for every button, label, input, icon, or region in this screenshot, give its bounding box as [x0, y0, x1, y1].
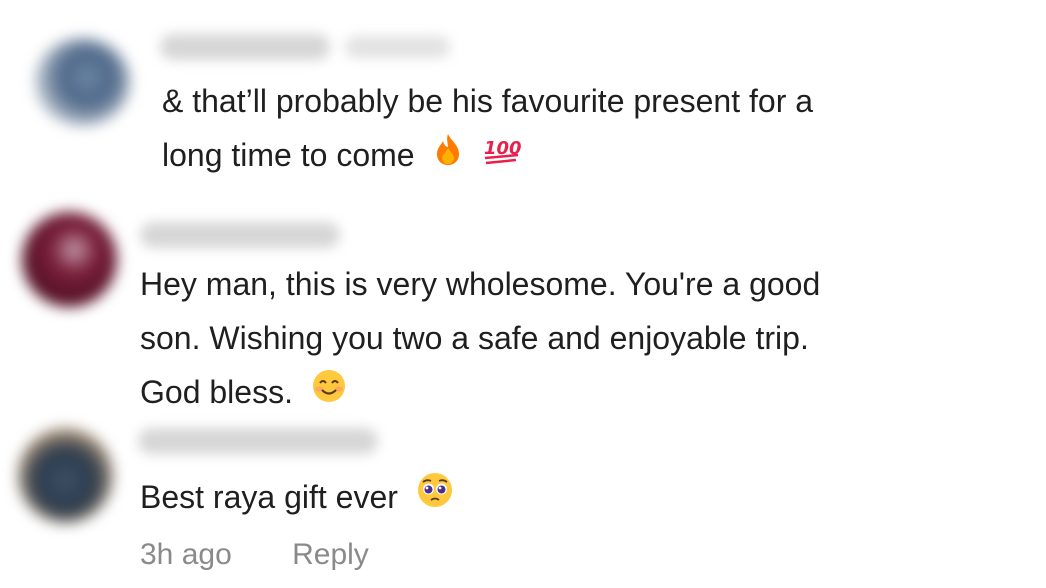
timestamp-blurred [345, 36, 450, 58]
pleading-face-icon [417, 470, 453, 524]
comment-item-2: Hey man, this is very wholesome. You're … [0, 200, 1046, 420]
avatar[interactable] [18, 428, 113, 523]
comment-item-1: & that’ll probably be his favourite pres… [0, 0, 1046, 200]
avatar[interactable] [22, 212, 117, 307]
fire-icon [433, 128, 463, 182]
timestamp: 3h ago [140, 538, 232, 571]
comment-item-3: Best raya gift ever 3h ago Reply [0, 420, 1046, 588]
username-blurred[interactable] [140, 222, 340, 248]
smiling-face-icon [312, 365, 346, 419]
comment-line: Best raya gift ever [140, 470, 453, 527]
comment-line: long time to come 100 [162, 128, 813, 185]
hundred-points-icon: 100 [482, 128, 522, 182]
comment-line: God bless. [140, 365, 820, 422]
comment-text: & that’ll probably be his favourite pres… [162, 74, 813, 185]
comment-meta: 3h ago Reply [140, 538, 369, 572]
comment-text: Best raya gift ever [140, 470, 453, 527]
comment-line: son. Wishing you two a safe and enjoyabl… [140, 320, 809, 356]
comment-line: & that’ll probably be his favourite pres… [162, 83, 814, 119]
username-blurred[interactable] [160, 34, 330, 60]
username-blurred[interactable] [138, 428, 378, 454]
comment-line: Hey man, this is very wholesome. You're … [140, 266, 821, 302]
avatar[interactable] [35, 38, 130, 126]
comment-text: Hey man, this is very wholesome. You're … [140, 257, 820, 422]
reply-button[interactable]: Reply [292, 538, 369, 571]
